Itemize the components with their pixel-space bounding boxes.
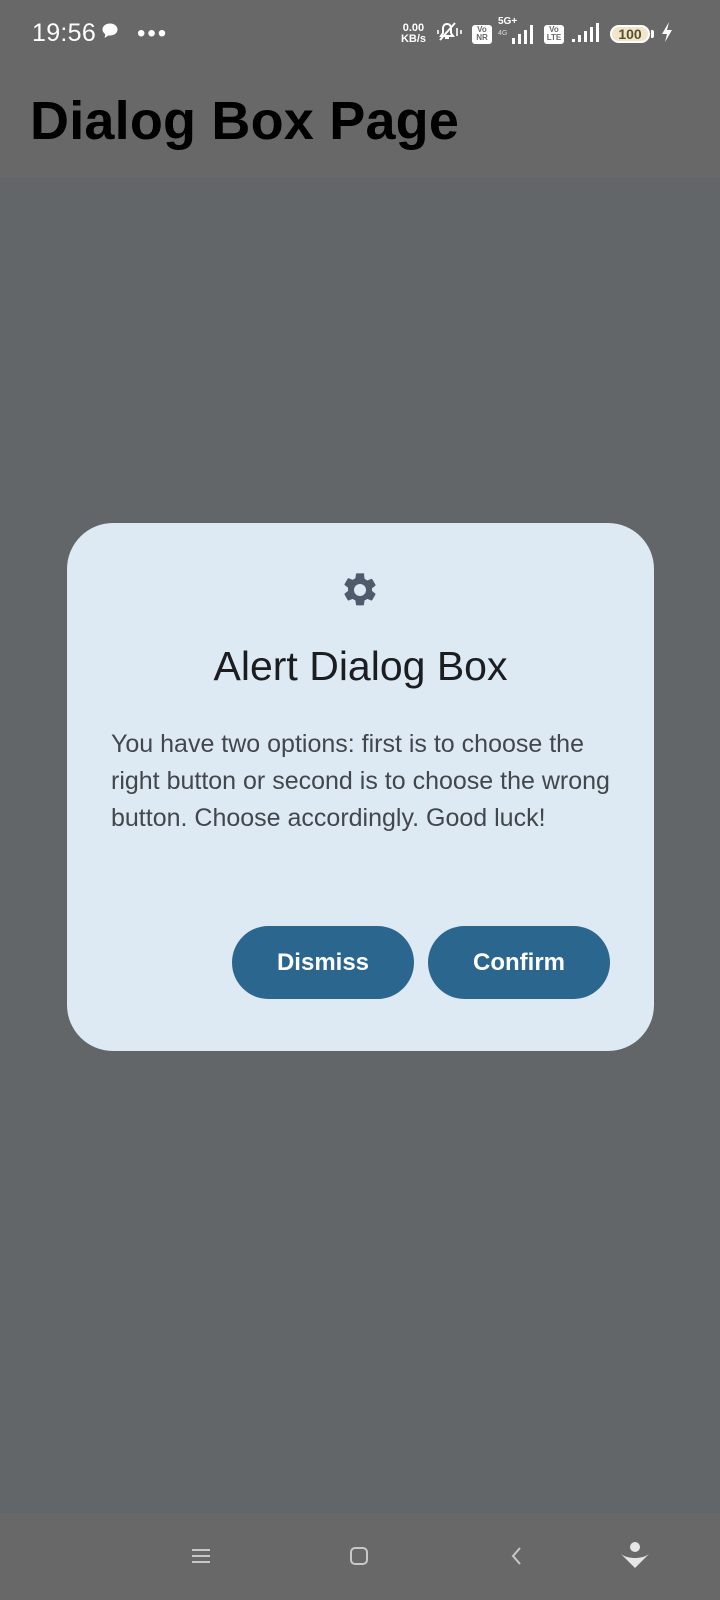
- status-left-icons: •••: [101, 19, 169, 47]
- dialog-message: You have two options: first is to choose…: [111, 730, 610, 832]
- battery-icon: 100: [610, 25, 650, 43]
- battery-level: 100: [618, 26, 642, 42]
- sim2-badge-bottom: LTE: [546, 33, 562, 42]
- volte-lte-badge: Vo LTE: [544, 24, 564, 44]
- recents-icon[interactable]: [178, 1533, 224, 1579]
- overflow-dots: •••: [137, 19, 169, 47]
- dialog-title: Alert Dialog Box: [213, 643, 508, 689]
- mute-vibrate-icon: [436, 20, 466, 49]
- network-speed: 0.00 KB/s: [401, 23, 426, 45]
- net-speed-unit: KB/s: [400, 33, 426, 45]
- sim1-network-type: 5G+: [498, 16, 518, 27]
- chat-bubble-icon: [101, 22, 119, 45]
- gear-icon: [340, 570, 380, 610]
- charging-bolt-icon: [660, 21, 674, 48]
- confirm-button[interactable]: Confirm: [428, 926, 610, 999]
- page-title: Dialog Box Page: [30, 91, 460, 151]
- sim1-network-sub: 4G: [498, 30, 508, 37]
- signal-icon: [570, 20, 604, 49]
- dismiss-button[interactable]: Dismiss: [232, 926, 414, 999]
- back-icon[interactable]: [494, 1533, 540, 1579]
- signal-icon: 5G+ 4G: [498, 17, 538, 46]
- assistant-icon[interactable]: [612, 1533, 658, 1579]
- battery-terminal: [651, 30, 654, 38]
- status-bar: 19:56 ••• 0.00 KB/s Vo NR 5G+ 4G Vo LTE …: [0, 0, 720, 68]
- home-icon[interactable]: [336, 1533, 382, 1579]
- alert-dialog: Alert Dialog Box You have two options: f…: [67, 523, 654, 1051]
- status-right-icons: 0.00 KB/s Vo NR 5G+ 4G Vo LTE 100: [401, 17, 674, 49]
- navigation-bar: [0, 1513, 720, 1600]
- sim1-badge-bottom: NR: [476, 33, 488, 42]
- volte-nr-badge: Vo NR: [472, 24, 492, 44]
- app-bar: Dialog Box Page: [0, 68, 720, 178]
- status-time: 19:56: [32, 19, 97, 47]
